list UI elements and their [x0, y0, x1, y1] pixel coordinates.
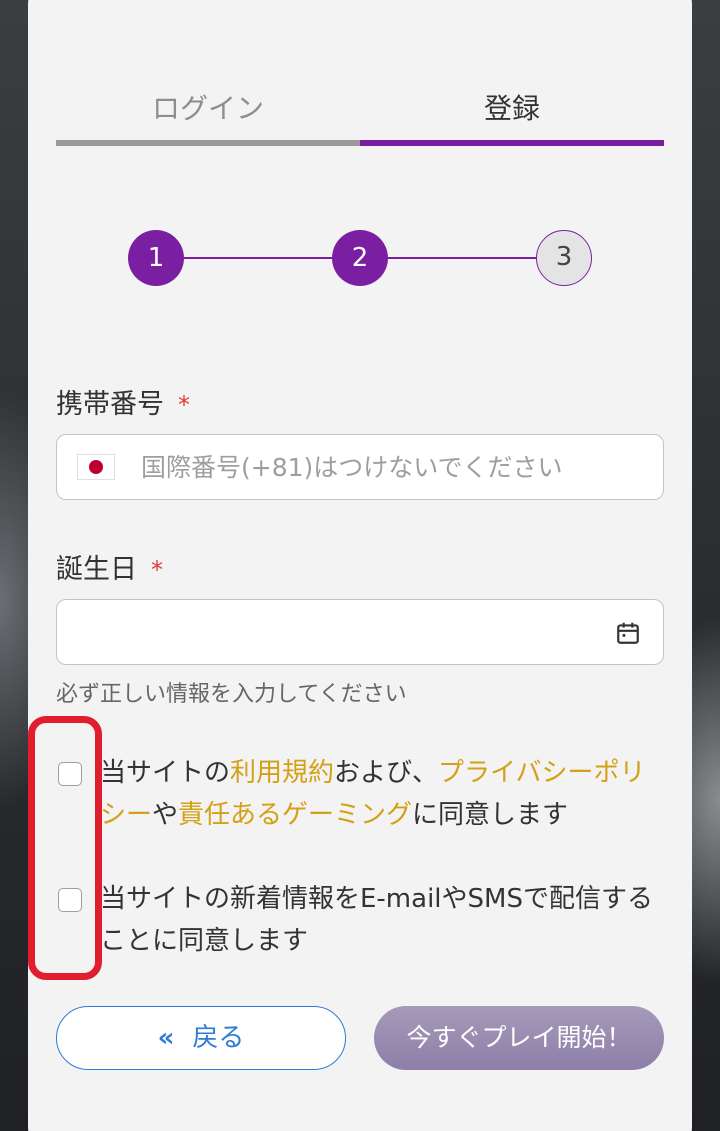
phone-required-mark: *: [178, 391, 190, 419]
double-chevron-left-icon: «: [157, 1023, 175, 1053]
step-connector-2-3: [388, 257, 536, 259]
phone-label-text: 携帯番号: [56, 389, 164, 420]
newsletter-consent-text: 当サイトの新着情報をE-mailやSMSで配信することに同意します: [100, 884, 653, 956]
step-1: 1: [128, 230, 184, 286]
tab-login-underline: [56, 140, 360, 146]
terms-text-part1: 当サイトの: [100, 758, 231, 788]
tab-login-label: ログイン: [151, 92, 264, 125]
terms-text-part2: および、: [334, 758, 439, 788]
auth-tabs: ログイン 登録: [56, 84, 664, 146]
responsible-gaming-link[interactable]: 責任あるゲーミング: [178, 800, 412, 830]
step-2: 2: [332, 230, 388, 286]
phone-field[interactable]: [56, 434, 664, 500]
birthday-label: 誕生日 *: [56, 547, 163, 586]
back-button-label: 戻る: [192, 1023, 245, 1053]
birthday-required-mark: *: [151, 556, 163, 584]
step-3: 3: [536, 230, 592, 286]
tab-register[interactable]: 登録: [360, 84, 664, 146]
phone-input[interactable]: [141, 445, 641, 489]
terms-consent-text: 当サイトの利用規約および、プライバシーポリシーや責任あるゲーミングに同意します: [100, 752, 664, 836]
terms-of-use-link[interactable]: 利用規約: [230, 758, 334, 788]
tab-register-label: 登録: [483, 92, 540, 125]
terms-text-part4: に同意します: [412, 800, 569, 830]
birthday-hint: 必ず正しい情報を入力してください: [56, 682, 407, 707]
start-playing-button[interactable]: 今すぐプレイ開始！: [374, 1006, 664, 1070]
step-connector-1-2: [184, 257, 332, 259]
birthday-label-text: 誕生日: [56, 554, 137, 585]
tab-register-underline: [360, 140, 664, 146]
newsletter-consent-row: 当サイトの新着情報をE-mailやSMSで配信することに同意します: [56, 878, 664, 968]
step-indicator: 1 2 3: [128, 230, 592, 286]
back-button[interactable]: « 戻る: [56, 1006, 346, 1070]
japan-flag-icon[interactable]: [77, 454, 115, 480]
birthday-field[interactable]: [56, 599, 664, 665]
terms-text-part3: や: [152, 800, 179, 830]
phone-label: 携帯番号 *: [56, 382, 190, 421]
birthday-input[interactable]: [77, 610, 617, 654]
calendar-icon[interactable]: [615, 620, 641, 646]
terms-consent-row: 当サイトの利用規約および、プライバシーポリシーや責任あるゲーミングに同意します: [56, 752, 664, 842]
checkbox-highlight-annotation: [28, 716, 102, 980]
tab-login[interactable]: ログイン: [56, 84, 360, 146]
